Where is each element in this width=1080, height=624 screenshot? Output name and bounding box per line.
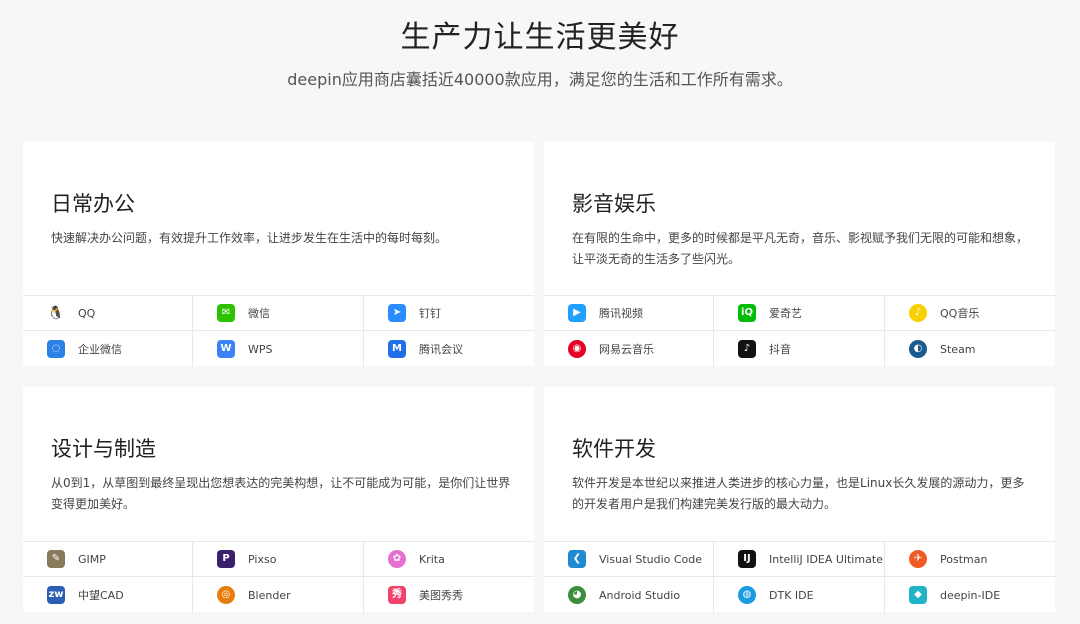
app-item[interactable]: ❮ Visual Studio Code <box>544 542 714 577</box>
tencent-meeting-icon: M <box>388 340 406 358</box>
app-label: deepin-IDE <box>940 588 1001 602</box>
card-description: 在有限的生命中，更多的时候都是平凡无奇，音乐、影视赋予我们无限的可能和想象，让平… <box>572 231 1029 266</box>
meitu-icon: 秀 <box>388 586 406 604</box>
app-label: 钉钉 <box>419 307 441 320</box>
wps-icon: W <box>217 340 235 358</box>
app-item[interactable]: ♪ QQ音乐 <box>885 296 1055 331</box>
app-label: 微信 <box>248 307 270 320</box>
app-grid: ▶ 腾讯视频 iQ 爱奇艺 ♪ QQ音乐 ◉ 网易云音乐 ♪ 抖音 ◐ Steam <box>544 295 1055 367</box>
app-item[interactable]: M 腾讯会议 <box>364 331 534 367</box>
app-label: Krita <box>419 552 445 566</box>
gimp-icon: ✎ <box>47 550 65 568</box>
qq-music-icon: ♪ <box>909 304 927 322</box>
app-item[interactable]: ✈ Postman <box>885 542 1055 577</box>
app-grid: ❮ Visual Studio Code IJ IntelliJ IDEA Ultim… <box>544 541 1055 613</box>
app-label: 企业微信 <box>78 343 122 356</box>
pixso-icon: P <box>217 550 235 568</box>
app-label: 腾讯会议 <box>419 343 463 356</box>
tencent-video-icon: ▶ <box>568 304 586 322</box>
qq-icon: 🐧 <box>47 304 65 322</box>
iqiyi-icon: iQ <box>738 304 756 322</box>
card-entertainment: 影音娱乐在有限的生命中，更多的时候都是平凡无奇，音乐、影视赋予我们无限的可能和想… <box>544 142 1055 367</box>
app-item[interactable]: ◕ Android Studio <box>544 577 714 613</box>
app-label: 抖音 <box>769 343 791 356</box>
app-label: 爱奇艺 <box>769 307 802 320</box>
app-item[interactable]: zw 中望CAD <box>23 577 193 613</box>
app-item[interactable]: 秀美图秀秀 <box>364 577 534 613</box>
app-label: 美图秀秀 <box>419 589 463 602</box>
app-label: 腾讯视频 <box>599 307 643 320</box>
card-title: 软件开发 <box>572 437 656 461</box>
card-description: 快速解决办公问题，有效提升工作效率，让进步发生在生活中的每时每刻。 <box>51 231 448 245</box>
android-studio-icon: ◕ <box>568 586 586 604</box>
app-item[interactable]: iQ 爱奇艺 <box>714 296 885 331</box>
hero-subtitle: deepin应用商店囊括近40000款应用，满足您的生活和工作所有需求。 <box>287 70 793 89</box>
zwcad-icon: zw <box>47 586 65 604</box>
card-description: 从0到1，从草图到最终呈现出您想表达的完美构想，让不可能成为可能，是你们让世界变… <box>51 476 511 511</box>
app-label: Visual Studio Code <box>599 552 703 566</box>
app-label: Blender <box>248 588 291 602</box>
app-item[interactable]: ◍ DTK IDE <box>714 577 885 613</box>
card-daily-office: 日常办公快速解决办公问题，有效提升工作效率，让进步发生在生活中的每时每刻。 🐧 QQ… <box>23 142 534 367</box>
netease-music-icon: ◉ <box>568 340 586 358</box>
card-title: 日常办公 <box>51 192 135 216</box>
app-item[interactable]: ◉ 网易云音乐 <box>544 331 714 367</box>
app-label: Android Studio <box>599 588 681 602</box>
app-item[interactable]: 🐧 QQ <box>23 296 193 331</box>
app-grid: ✎ GIMP P Pixso ✿ Krita zw 中望CAD ◎ Blender 秀美图秀秀 <box>23 541 534 613</box>
steam-icon: ◐ <box>909 340 927 358</box>
app-label: GIMP <box>78 552 106 566</box>
app-label: DTK IDE <box>769 588 814 602</box>
app-label: Postman <box>940 552 988 566</box>
wechat-icon: ✉ <box>217 304 235 322</box>
card-description: 软件开发是本世纪以来推进人类进步的核心力量，也是Linux长久发展的源动力，更多… <box>572 476 1025 511</box>
dtk-ide-icon: ◍ <box>738 586 756 604</box>
app-item[interactable]: ◌ 企业微信 <box>23 331 193 367</box>
app-item[interactable]: W WPS <box>193 331 364 367</box>
app-label: Steam <box>940 342 976 356</box>
blender-icon: ◎ <box>217 586 235 604</box>
app-item[interactable]: ◐ Steam <box>885 331 1055 367</box>
app-label: IntelliJ IDEA Ultimate <box>769 552 883 566</box>
card-title: 设计与制造 <box>51 437 156 461</box>
app-item[interactable]: ◎ Blender <box>193 577 364 613</box>
intellij-icon: IJ <box>738 550 756 568</box>
app-item[interactable]: P Pixso <box>193 542 364 577</box>
wecom-icon: ◌ <box>47 340 65 358</box>
postman-icon: ✈ <box>909 550 927 568</box>
app-label: Pixso <box>248 552 277 566</box>
app-item[interactable]: ✎ GIMP <box>23 542 193 577</box>
app-item[interactable]: ♪ 抖音 <box>714 331 885 367</box>
hero-title: 生产力让生活更美好 <box>400 20 680 55</box>
app-item[interactable]: ➤ 钉钉 <box>364 296 534 331</box>
app-item[interactable]: ◆ deepin-IDE <box>885 577 1055 613</box>
app-item[interactable]: ✿ Krita <box>364 542 534 577</box>
card-development: 软件开发软件开发是本世纪以来推进人类进步的核心力量，也是Linux长久发展的源动… <box>544 387 1055 613</box>
app-item[interactable]: ▶ 腾讯视频 <box>544 296 714 331</box>
app-label: 中望CAD <box>78 589 124 602</box>
app-label: WPS <box>248 342 273 356</box>
app-label: QQ音乐 <box>940 307 980 320</box>
card-title: 影音娱乐 <box>572 192 656 216</box>
dingtalk-icon: ➤ <box>388 304 406 322</box>
vscode-icon: ❮ <box>568 550 586 568</box>
app-item[interactable]: IJ IntelliJ IDEA Ultimate <box>714 542 885 577</box>
app-grid: 🐧 QQ ✉ 微信 ➤ 钉钉 ◌ 企业微信 W WPS M 腾讯会议 <box>23 295 534 367</box>
app-label: QQ <box>78 306 96 320</box>
deepin-ide-icon: ◆ <box>909 586 927 604</box>
app-item[interactable]: ✉ 微信 <box>193 296 364 331</box>
app-label: 网易云音乐 <box>599 343 654 356</box>
card-design: 设计与制造从0到1，从草图到最终呈现出您想表达的完美构想，让不可能成为可能，是你… <box>23 387 534 613</box>
krita-icon: ✿ <box>388 550 406 568</box>
douyin-icon: ♪ <box>738 340 756 358</box>
